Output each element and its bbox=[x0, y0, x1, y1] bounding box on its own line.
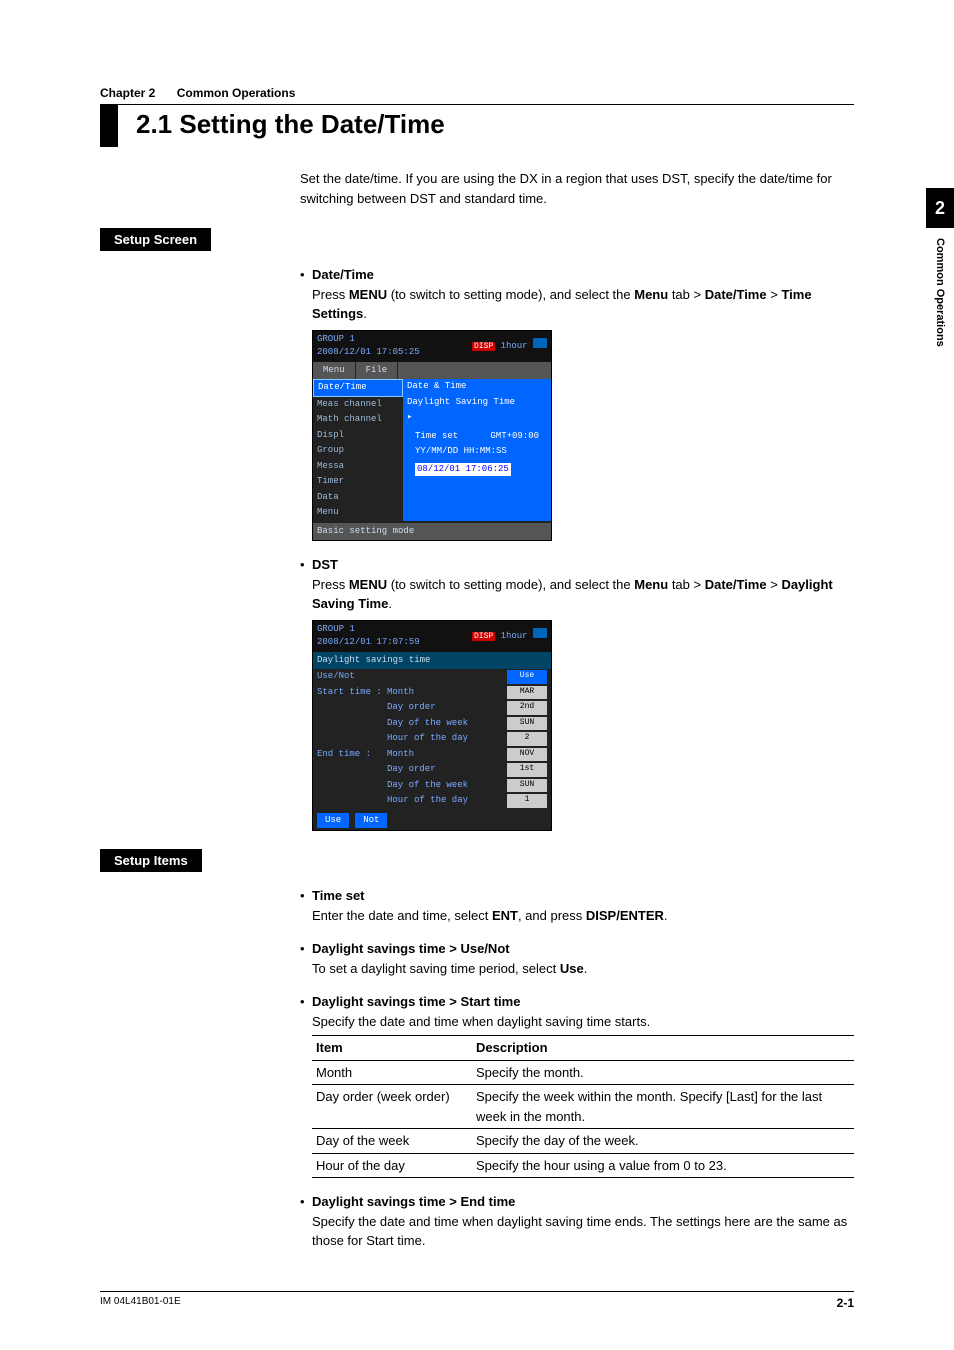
screenshot-dst: GROUP 12008/12/01 17:07:59 DISP 1hour Da… bbox=[312, 620, 552, 832]
setup-items-label: Setup Items bbox=[100, 849, 202, 872]
chapter-number: Chapter 2 bbox=[100, 86, 155, 100]
page: 2 Common Operations Chapter 2 Common Ope… bbox=[0, 0, 954, 1350]
item-starttime: •Daylight savings time > Start time Spec… bbox=[300, 992, 854, 1178]
side-tab-number: 2 bbox=[926, 188, 954, 228]
setup-screen-label: Setup Screen bbox=[100, 228, 211, 251]
start-time-table: ItemDescription MonthSpecify the month. … bbox=[312, 1035, 854, 1178]
page-title: 2.1 Setting the Date/Time bbox=[118, 105, 445, 147]
dst-head: DST bbox=[312, 555, 854, 575]
item-endtime: •Daylight savings time > End time Specif… bbox=[300, 1192, 854, 1251]
footer: IM 04L41B01-01E 2-1 bbox=[100, 1291, 854, 1310]
item-timeset: •Time set Enter the date and time, selec… bbox=[300, 886, 854, 925]
side-tab: 2 Common Operations bbox=[926, 188, 954, 347]
side-tab-text: Common Operations bbox=[934, 238, 946, 347]
chapter-header: Chapter 2 Common Operations bbox=[100, 86, 854, 100]
item-dst: •DST Press MENU (to switch to setting mo… bbox=[300, 555, 854, 831]
title-bar: 2.1 Setting the Date/Time bbox=[100, 104, 854, 147]
footer-left: IM 04L41B01-01E bbox=[100, 1296, 181, 1310]
content: Chapter 2 Common Operations 2.1 Setting … bbox=[100, 86, 854, 1251]
footer-page: 2-1 bbox=[837, 1296, 854, 1310]
chapter-name: Common Operations bbox=[177, 86, 296, 100]
intro-paragraph: Set the date/time. If you are using the … bbox=[300, 169, 854, 208]
title-accent bbox=[100, 105, 118, 147]
datetime-text: Press MENU (to switch to setting mode), … bbox=[312, 285, 854, 324]
datetime-head: Date/Time bbox=[312, 265, 854, 285]
item-usenot: •Daylight savings time > Use/Not To set … bbox=[300, 939, 854, 978]
screenshot-datetime: GROUP 12008/12/01 17:05:25 DISP 1hour Me… bbox=[312, 330, 552, 542]
camera-icon bbox=[533, 338, 547, 348]
camera-icon bbox=[533, 628, 547, 638]
item-datetime: •Date/Time Press MENU (to switch to sett… bbox=[300, 265, 854, 541]
dst-text: Press MENU (to switch to setting mode), … bbox=[312, 575, 854, 614]
